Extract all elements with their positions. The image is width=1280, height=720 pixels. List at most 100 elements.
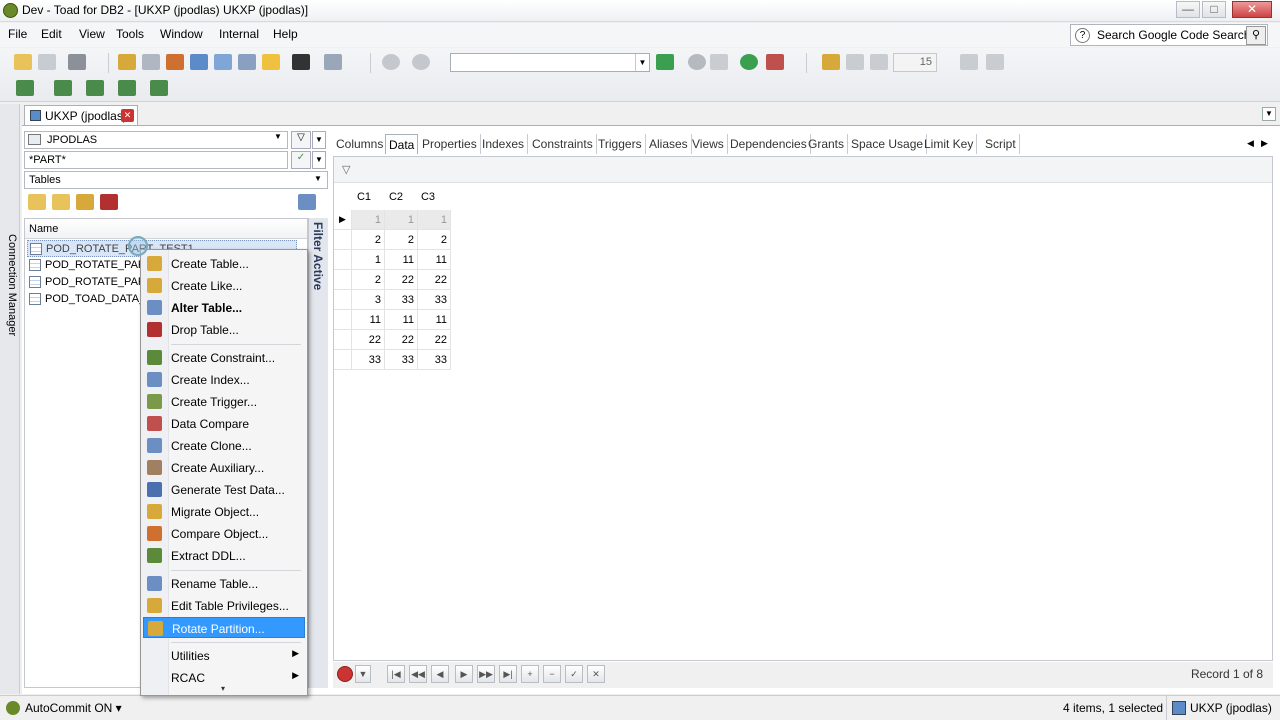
grid-cell[interactable]: 11 — [418, 250, 451, 270]
menu-item-compare-object[interactable]: Compare Object... — [143, 523, 305, 544]
menu-item-create-clone[interactable]: Create Clone... — [143, 435, 305, 456]
insert-icon[interactable]: + — [521, 665, 539, 683]
menu-view[interactable]: View — [75, 27, 109, 41]
grid-cell[interactable]: 33 — [418, 350, 451, 370]
column-header-name[interactable]: Name — [25, 219, 307, 239]
current-row-arrow-icon[interactable]: ▶ — [334, 210, 352, 230]
new-like-icon[interactable] — [52, 194, 70, 210]
menu-item-edit-table-privileges[interactable]: Edit Table Privileges... — [143, 595, 305, 616]
column-header-c1[interactable]: C1 — [348, 191, 380, 203]
tab-indexes[interactable]: Indexes — [479, 134, 529, 154]
forward-icon[interactable] — [412, 54, 430, 70]
connection-name[interactable]: UKXP (jpodlas) — [1190, 701, 1272, 715]
drop-icon[interactable] — [100, 194, 118, 210]
row-indicator[interactable] — [334, 250, 352, 270]
first-record-icon[interactable]: |◀ — [387, 665, 405, 683]
rollback-icon[interactable] — [54, 80, 72, 96]
tab-triggers[interactable]: Triggers — [595, 134, 646, 154]
grid-cell[interactable]: 2 — [385, 230, 418, 250]
grid-cell[interactable]: 22 — [418, 330, 451, 350]
row-indicator[interactable] — [334, 270, 352, 290]
compare-icon[interactable] — [214, 54, 232, 70]
menu-item-create-table[interactable]: Create Table... — [143, 253, 305, 274]
tab-constraints[interactable]: Constraints — [529, 134, 597, 154]
scroll-left-icon[interactable]: ◀ — [1247, 138, 1254, 149]
menu-internal[interactable]: Internal — [215, 27, 263, 41]
tab-space-usage[interactable]: Space Usage — [848, 134, 928, 154]
new-table-icon[interactable] — [28, 194, 46, 210]
schema-icon[interactable] — [190, 54, 208, 70]
edit-pencil-icon[interactable] — [846, 54, 864, 70]
commit-icon[interactable] — [16, 80, 34, 96]
grid-cell[interactable]: 3 — [352, 290, 385, 310]
refresh-icon[interactable] — [740, 54, 758, 70]
menu-item-data-compare[interactable]: Data Compare — [143, 413, 305, 434]
tab-properties[interactable]: Properties — [419, 134, 481, 154]
menu-item-migrate-object[interactable]: Migrate Object... — [143, 501, 305, 522]
row-indicator[interactable] — [334, 230, 352, 250]
column-header-c2[interactable]: C2 — [380, 191, 412, 203]
prior-record-icon[interactable]: ◀ — [431, 665, 449, 683]
report-icon[interactable] — [238, 54, 256, 70]
menu-window[interactable]: Window — [156, 27, 207, 41]
execute-icon[interactable] — [86, 80, 104, 96]
menu-item-alter-table[interactable]: Alter Table... — [143, 297, 305, 318]
chevron-down-icon[interactable]: ▼ — [312, 151, 326, 169]
tab-list-chevron-icon[interactable]: ▼ — [1262, 107, 1276, 121]
project-icon[interactable] — [262, 54, 280, 70]
chevron-down-icon[interactable]: ▼ — [314, 174, 322, 183]
grid-cell[interactable]: 33 — [385, 350, 418, 370]
grid-cell[interactable]: 11 — [385, 250, 418, 270]
grid-cell[interactable]: 33 — [418, 290, 451, 310]
menu-item-create-auxiliary[interactable]: Create Auxiliary... — [143, 457, 305, 478]
more-items-chevron-icon[interactable]: ▾ — [221, 684, 225, 693]
row-indicator[interactable] — [334, 310, 352, 330]
grid-cell[interactable]: 2 — [418, 230, 451, 250]
stop-icon[interactable] — [688, 54, 706, 70]
menu-item-create-like[interactable]: Create Like... — [143, 275, 305, 296]
binoculars-icon[interactable]: ⚲ — [1246, 26, 1266, 45]
row-indicator[interactable] — [334, 350, 352, 370]
search-input[interactable]: Search Google Code Search — [1070, 24, 1268, 46]
debug-icon[interactable] — [166, 54, 184, 70]
object-type-select[interactable]: Tables — [24, 171, 328, 189]
chevron-down-icon[interactable]: ▼ — [355, 665, 371, 683]
view-mode-icon[interactable] — [298, 194, 316, 210]
link-icon[interactable] — [870, 54, 888, 70]
menu-item-create-trigger[interactable]: Create Trigger... — [143, 391, 305, 412]
connection-manager-sidebar[interactable]: Connection Manager — [0, 104, 20, 694]
cancel-icon[interactable]: ✕ — [587, 665, 605, 683]
properties-icon[interactable] — [822, 54, 840, 70]
row-indicator[interactable] — [334, 290, 352, 310]
grid-cell[interactable]: 2 — [352, 270, 385, 290]
menu-item-create-index[interactable]: Create Index... — [143, 369, 305, 390]
record-icon[interactable] — [337, 666, 353, 682]
grid-cell[interactable]: 1 — [352, 210, 385, 230]
grid-cell[interactable]: 33 — [385, 290, 418, 310]
go-icon[interactable] — [656, 54, 674, 70]
menu-file[interactable]: File — [4, 27, 31, 41]
close-button[interactable]: ✕ — [1232, 1, 1272, 18]
tab-views[interactable]: Views — [689, 134, 728, 154]
grid-cell[interactable]: 2 — [352, 230, 385, 250]
post-icon[interactable]: ✓ — [565, 665, 583, 683]
menu-edit[interactable]: Edit — [37, 27, 66, 41]
filter-icon[interactable]: ▽ — [291, 131, 311, 149]
import-icon[interactable] — [150, 80, 168, 96]
grid-cell[interactable]: 1 — [352, 250, 385, 270]
minimize-button[interactable]: — — [1176, 1, 1200, 18]
object-filter-field[interactable]: *PART* — [24, 151, 288, 169]
chevron-down-icon[interactable]: ▼ — [274, 132, 282, 141]
export-icon[interactable] — [118, 80, 136, 96]
sql-history-combo[interactable]: ▼ — [450, 53, 650, 72]
tab-data[interactable]: Data — [385, 134, 419, 154]
grid-cell[interactable]: 22 — [352, 330, 385, 350]
next-record-icon[interactable]: ▶ — [455, 665, 473, 683]
options-icon[interactable] — [960, 54, 978, 70]
last-record-icon[interactable]: ▶| — [499, 665, 517, 683]
alter-icon[interactable] — [76, 194, 94, 210]
column-header-c3[interactable]: C3 — [412, 191, 444, 203]
menu-tools[interactable]: Tools — [112, 27, 148, 41]
editor-icon[interactable] — [118, 54, 136, 70]
tab-ukxp[interactable]: UKXP (jpodlas) ✕ — [24, 105, 138, 125]
